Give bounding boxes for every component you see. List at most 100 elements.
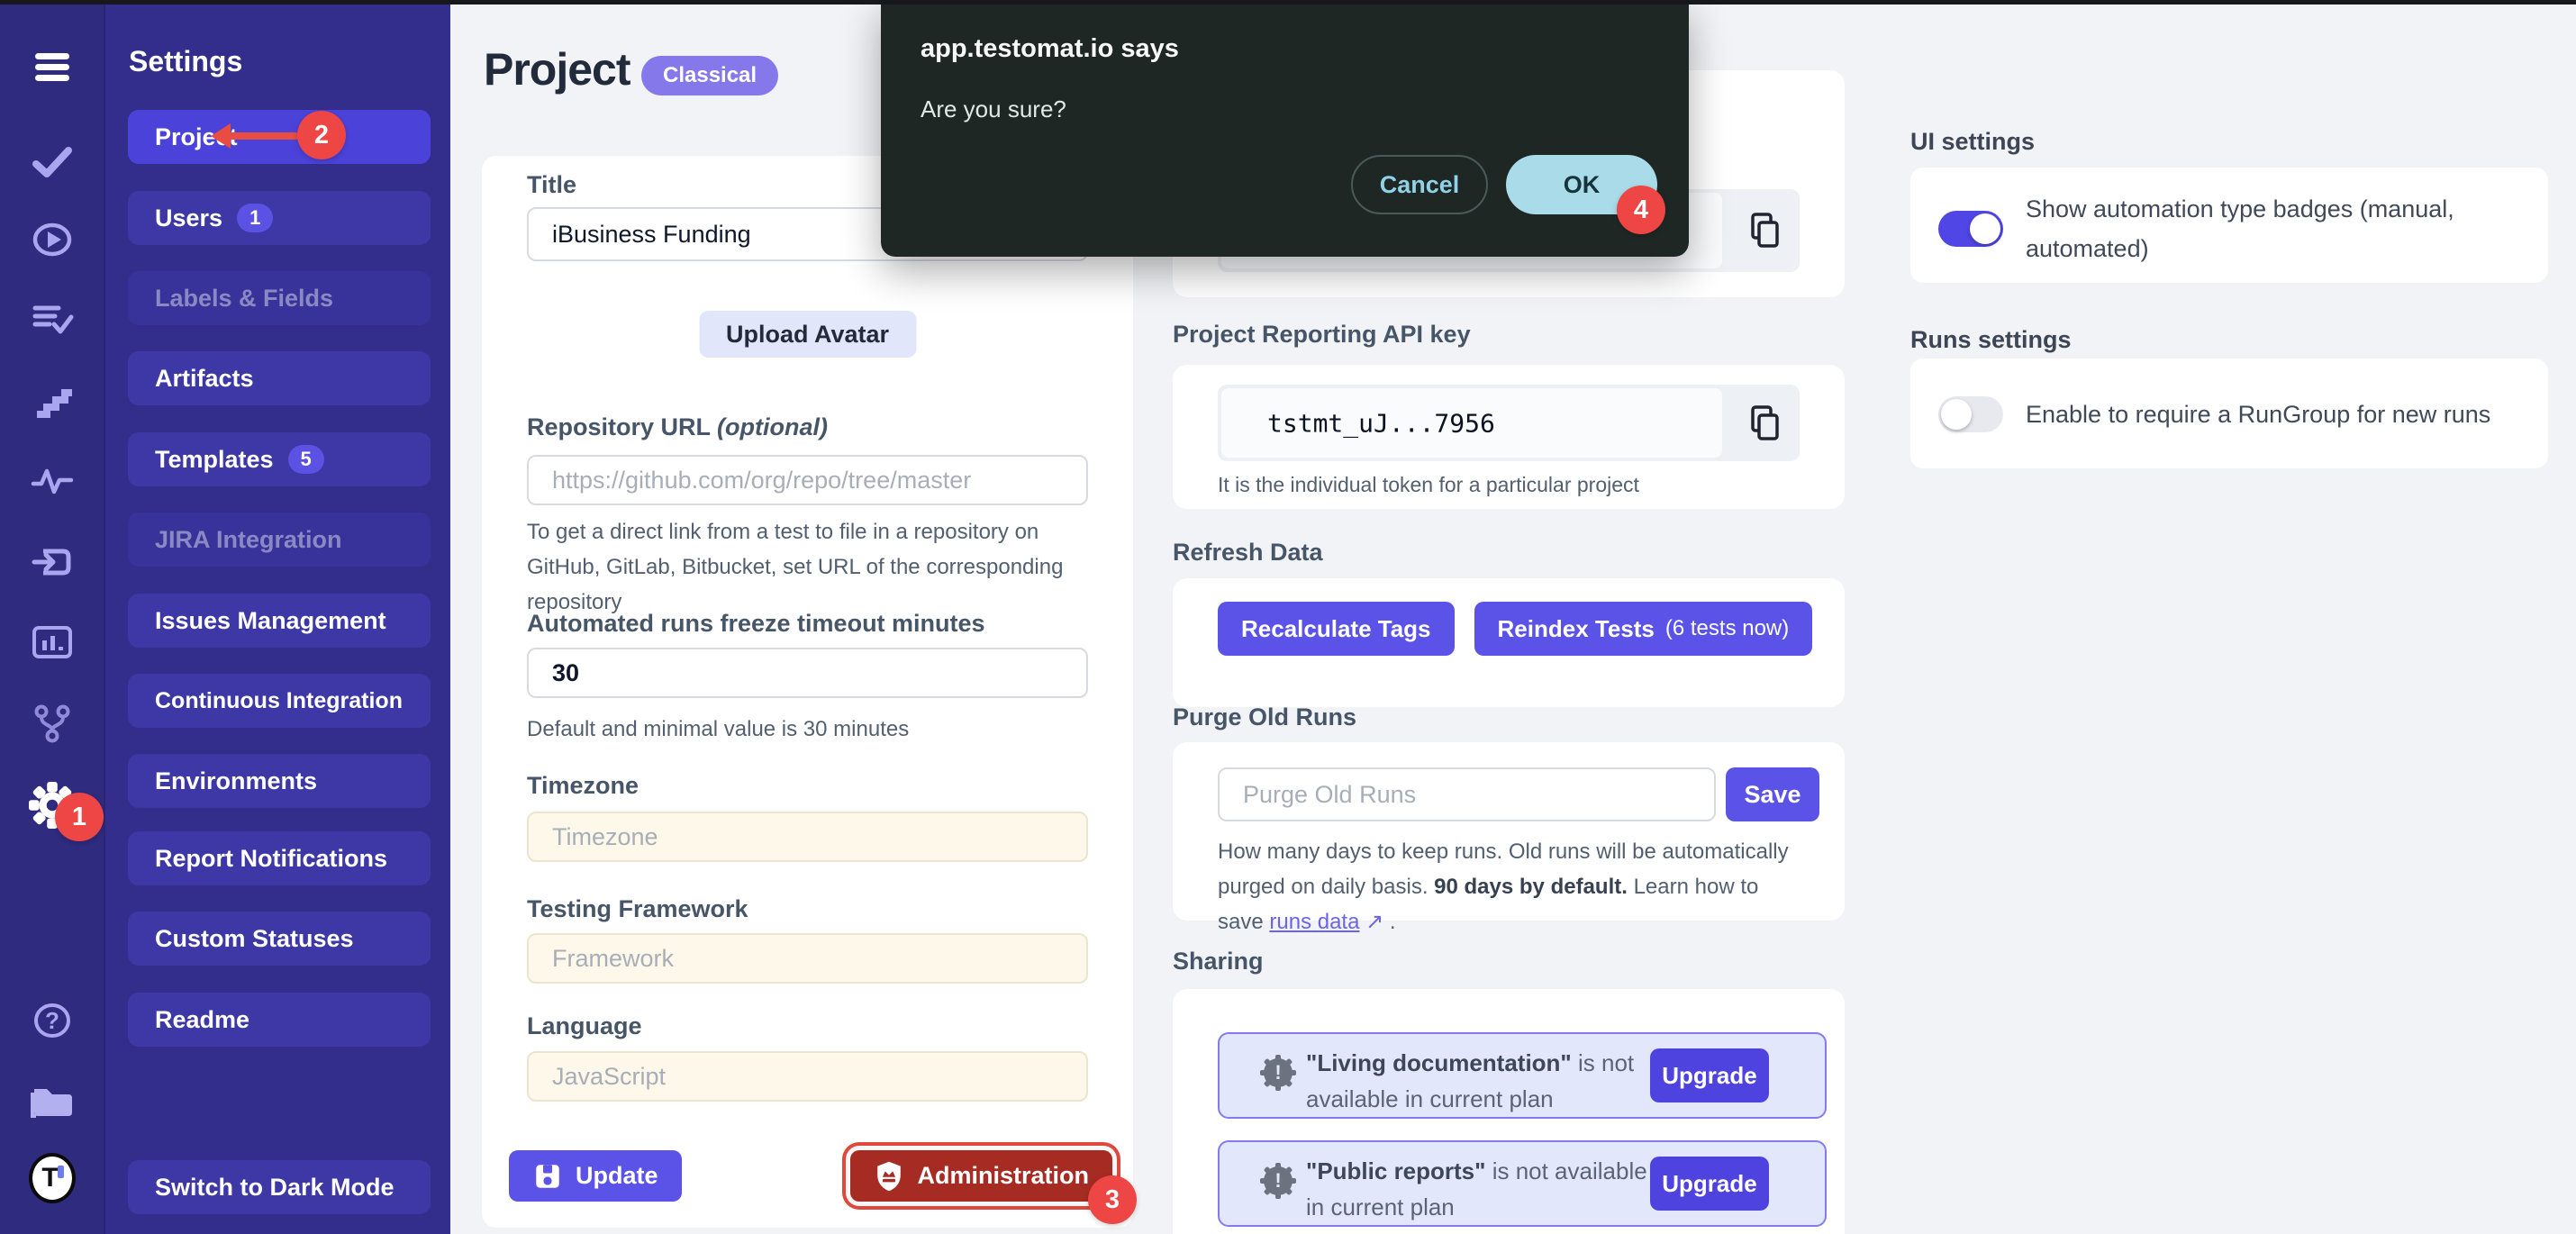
testing-framework-label: Testing Framework bbox=[527, 895, 748, 923]
automation-badges-toggle[interactable] bbox=[1938, 211, 2003, 247]
sidebar-item-continuous-integration[interactable]: Continuous Integration bbox=[128, 674, 431, 728]
repository-url-input[interactable] bbox=[527, 455, 1088, 505]
sidebar-item-artifacts[interactable]: Artifacts bbox=[128, 351, 431, 405]
upgrade-button[interactable]: Upgrade bbox=[1650, 1048, 1769, 1102]
app-root: ? T 1 Settings Project Users1 Labels & F… bbox=[0, 0, 2576, 1234]
icon-rail: ? T 1 bbox=[0, 0, 104, 1234]
upload-avatar-button[interactable]: Upload Avatar bbox=[699, 311, 916, 358]
analytics-bar-chart-icon[interactable] bbox=[29, 619, 76, 666]
annotation-step-badge-4: 4 bbox=[1617, 186, 1665, 234]
save-floppy-icon bbox=[532, 1161, 563, 1192]
rungroup-required-toggle[interactable] bbox=[1938, 396, 2003, 432]
language-input[interactable] bbox=[527, 1051, 1088, 1102]
upsell-text: "Living documentation" is not available … bbox=[1306, 1045, 1666, 1117]
annotation-step-badge-3: 3 bbox=[1088, 1175, 1137, 1224]
automation-badges-toggle-text: Show automation type badges (manual, aut… bbox=[2026, 189, 2503, 268]
timezone-label: Timezone bbox=[527, 772, 639, 800]
sidebar-item-templates[interactable]: Templates5 bbox=[128, 432, 431, 486]
sidebar-item-issues-management[interactable]: Issues Management bbox=[128, 594, 431, 648]
svg-text:?: ? bbox=[45, 1007, 59, 1034]
purge-old-runs-label: Purge Old Runs bbox=[1173, 703, 1356, 731]
runs-settings-card: Enable to require a RunGroup for new run… bbox=[1910, 358, 2548, 468]
repository-url-help: To get a direct link from a test to file… bbox=[527, 514, 1093, 620]
help-question-icon[interactable]: ? bbox=[29, 997, 76, 1044]
testing-framework-input[interactable] bbox=[527, 933, 1088, 984]
window-top-edge bbox=[0, 0, 2576, 5]
import-exit-icon[interactable] bbox=[29, 539, 76, 585]
recalculate-tags-button[interactable]: Recalculate Tags bbox=[1218, 602, 1455, 656]
sidebar-item-readme[interactable]: Readme bbox=[128, 993, 431, 1047]
freeze-timeout-label: Automated runs freeze timeout minutes bbox=[527, 610, 985, 638]
purge-days-input[interactable] bbox=[1218, 767, 1716, 821]
administration-button[interactable]: Administration bbox=[850, 1150, 1112, 1202]
refresh-data-label: Refresh Data bbox=[1173, 539, 1323, 567]
dark-mode-toggle-button[interactable]: Switch to Dark Mode bbox=[128, 1160, 431, 1214]
upgrade-button[interactable]: Upgrade bbox=[1650, 1157, 1769, 1211]
runs-settings-label: Runs settings bbox=[1910, 326, 2072, 354]
language-label: Language bbox=[527, 1012, 642, 1040]
sidebar-item-report-notifications[interactable]: Report Notifications bbox=[128, 831, 431, 885]
git-branch-icon[interactable] bbox=[29, 700, 76, 747]
sidebar-item-environments[interactable]: Environments bbox=[128, 754, 431, 808]
page-title: Project bbox=[484, 43, 630, 95]
plan-warning-seal-icon: ! bbox=[1259, 1054, 1297, 1092]
tests-check-icon[interactable] bbox=[29, 138, 76, 185]
sidebar-item-users[interactable]: Users1 bbox=[128, 191, 431, 245]
annotation-step-badge-2: 2 bbox=[297, 111, 346, 159]
save-button[interactable]: Save bbox=[1726, 767, 1819, 821]
update-button[interactable]: Update bbox=[509, 1150, 682, 1202]
dialog-title: app.testomat.io says bbox=[921, 34, 1179, 64]
pulse-activity-icon[interactable] bbox=[29, 458, 76, 505]
cancel-button[interactable]: Cancel bbox=[1351, 155, 1488, 214]
svg-text:!: ! bbox=[1274, 1061, 1281, 1084]
plan-warning-seal-icon: ! bbox=[1259, 1162, 1297, 1200]
refresh-data-card: Recalculate Tags Reindex Tests (6 tests … bbox=[1173, 578, 1845, 707]
runs-data-link[interactable]: runs data bbox=[1269, 910, 1359, 934]
timezone-input[interactable] bbox=[527, 812, 1088, 862]
svg-text:!: ! bbox=[1274, 1169, 1281, 1192]
ui-settings-card: Show automation type badges (manual, aut… bbox=[1910, 168, 2548, 283]
admin-shield-icon bbox=[874, 1160, 904, 1193]
reindex-tests-button[interactable]: Reindex Tests (6 tests now) bbox=[1474, 602, 1813, 656]
freeze-timeout-help: Default and minimal value is 30 minutes bbox=[527, 712, 1093, 747]
settings-sidebar: Settings Project Users1 Labels & Fields … bbox=[104, 0, 450, 1234]
users-count-badge: 1 bbox=[237, 204, 273, 232]
repository-url-label: Repository URL (optional) bbox=[527, 413, 828, 441]
test-plans-list-check-icon[interactable] bbox=[29, 297, 76, 344]
api-key-box: tstmt_uJ...7956 bbox=[1218, 385, 1800, 461]
public-reports-upsell: ! "Public reports" is not available in c… bbox=[1218, 1140, 1827, 1227]
browser-confirm-dialog: app.testomat.io says Are you sure? Cance… bbox=[881, 0, 1689, 257]
classical-mode-badge: Classical bbox=[641, 56, 778, 95]
rungroup-required-toggle-text: Enable to require a RunGroup for new run… bbox=[2026, 395, 2526, 434]
sidebar-item-custom-statuses[interactable]: Custom Statuses bbox=[128, 912, 431, 966]
annotation-step-badge-1: 1 bbox=[55, 793, 104, 841]
purge-old-runs-card: Save How many days to keep runs. Old run… bbox=[1173, 742, 1845, 921]
reporting-api-key-label: Project Reporting API key bbox=[1173, 321, 1471, 349]
living-documentation-upsell: ! "Living documentation" is not availabl… bbox=[1218, 1032, 1827, 1119]
projects-folder-icon[interactable] bbox=[29, 1077, 76, 1124]
copy-icon[interactable] bbox=[1746, 404, 1782, 443]
workspace-avatar[interactable]: T bbox=[29, 1155, 76, 1202]
templates-count-badge: 5 bbox=[288, 445, 324, 474]
ui-settings-label: UI settings bbox=[1910, 128, 2035, 156]
annotation-arrow-left bbox=[209, 119, 303, 153]
api-key-value: tstmt_uJ...7956 bbox=[1267, 408, 1495, 438]
copy-icon[interactable] bbox=[1746, 211, 1782, 250]
dialog-message: Are you sure? bbox=[921, 95, 1066, 123]
sidebar-item-jira-integration[interactable]: JIRA Integration bbox=[128, 513, 431, 567]
milestones-steps-icon[interactable] bbox=[29, 377, 76, 424]
reporting-api-key-card: tstmt_uJ...7956 It is the individual tok… bbox=[1173, 365, 1845, 509]
optional-hint: (optional) bbox=[717, 413, 828, 440]
api-key-help: It is the individual token for a particu… bbox=[1218, 467, 1639, 503]
settings-heading: Settings bbox=[129, 45, 242, 78]
external-link-arrow-icon: ↗ bbox=[1365, 910, 1383, 934]
hamburger-menu-icon[interactable] bbox=[29, 44, 76, 91]
upsell-text: "Public reports" is not available in cur… bbox=[1306, 1153, 1666, 1225]
sharing-card: ! "Living documentation" is not availabl… bbox=[1173, 989, 1845, 1234]
reindex-tests-note: (6 tests now) bbox=[1665, 616, 1789, 641]
freeze-timeout-input[interactable] bbox=[527, 648, 1088, 698]
project-form-card: Title Upload Avatar Repository URL (opti… bbox=[482, 156, 1133, 1228]
runs-play-icon[interactable] bbox=[29, 216, 76, 263]
purge-help: How many days to keep runs. Old runs wil… bbox=[1218, 834, 1799, 939]
sidebar-item-labels-fields[interactable]: Labels & Fields bbox=[128, 271, 431, 325]
